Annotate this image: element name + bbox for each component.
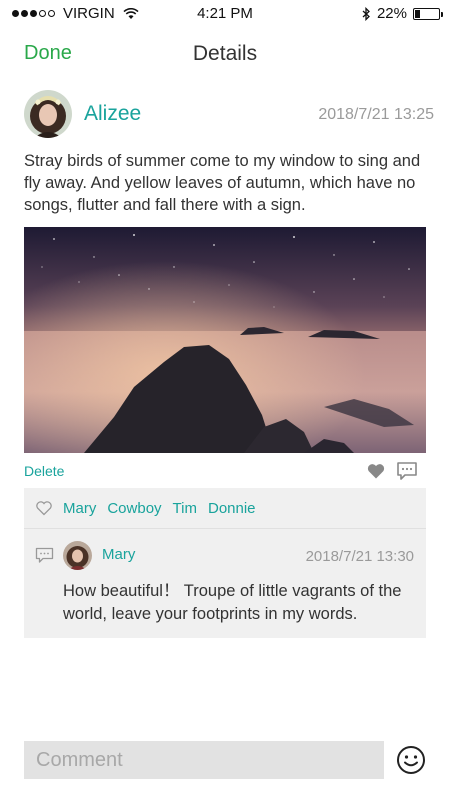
status-bar: VIRGIN 4:21 PM 22% [0, 0, 450, 28]
comment-bar [24, 741, 426, 781]
liker-name[interactable]: Cowboy [107, 500, 161, 517]
post-timestamp: 2018/7/21 13:25 [318, 106, 434, 123]
heart-icon[interactable] [366, 461, 386, 481]
commenter-avatar[interactable] [63, 541, 92, 570]
delete-button[interactable]: Delete [24, 463, 64, 479]
commenter-name[interactable]: Mary [102, 546, 135, 563]
battery-percent: 22% [376, 5, 407, 22]
post-header: Alizee 2018/7/21 13:25 [24, 90, 434, 138]
post-text: Stray birds of summer come to my window … [24, 152, 421, 214]
status-right: 22% [362, 5, 443, 22]
post-actions: Delete [24, 459, 426, 483]
battery-fill [415, 9, 421, 18]
liker-name[interactable]: Tim [173, 500, 197, 517]
post-image[interactable] [24, 227, 426, 453]
comment-timestamp: 2018/7/21 13:30 [305, 548, 414, 565]
comment-bubble-icon [35, 547, 54, 563]
comment-item: Mary 2018/7/21 13:30 How beautiful！ Trou… [24, 530, 426, 638]
liker-name[interactable]: Mary [63, 500, 96, 517]
bluetooth-icon [362, 6, 370, 21]
post-author[interactable]: Alizee [84, 102, 141, 126]
likes-row: Mary Cowboy Tim Donnie [24, 488, 426, 529]
nav-bar: Done Details [0, 30, 450, 78]
page-title: Details [192, 42, 258, 65]
smiley-icon[interactable] [396, 745, 426, 775]
feedback-panel: Mary Cowboy Tim Donnie Mary 2018/7/21 13… [24, 488, 426, 638]
battery-icon [413, 7, 443, 20]
comment-text: How beautiful！ Troupe of little vagrants… [63, 582, 402, 623]
comment-bubble-icon[interactable] [396, 461, 418, 481]
author-avatar[interactable] [24, 90, 72, 138]
likes-names: Mary Cowboy Tim Donnie [63, 500, 256, 517]
comment-input[interactable] [24, 741, 384, 779]
heart-outline-icon [36, 501, 52, 516]
liker-name[interactable]: Donnie [208, 500, 256, 517]
